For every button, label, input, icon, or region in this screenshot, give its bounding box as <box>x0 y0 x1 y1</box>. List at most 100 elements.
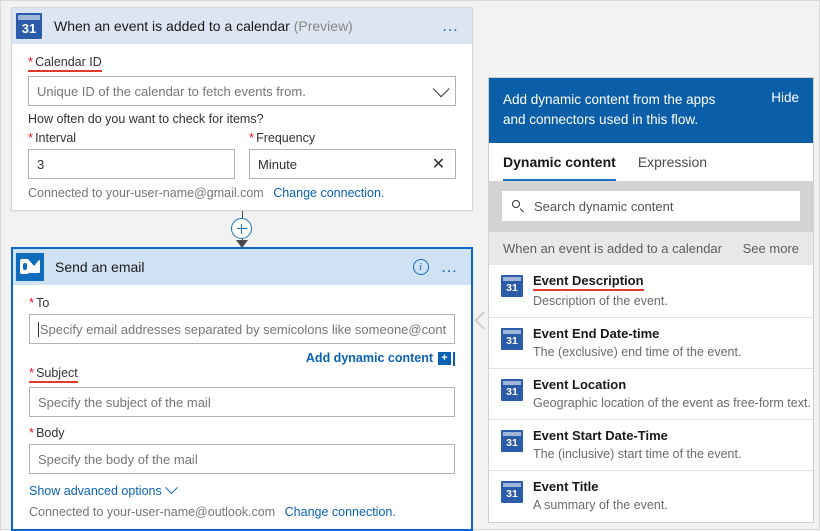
list-item-name: Event End Date-time <box>533 326 660 341</box>
plus-circle-icon[interactable] <box>231 218 252 239</box>
list-item[interactable]: 31 Event Start Date-Time The (inclusive)… <box>489 420 813 471</box>
list-item[interactable]: 31 Event End Date-time The (exclusive) e… <box>489 318 813 369</box>
action-card-body: To Specify email addresses separated by … <box>13 285 471 529</box>
frequency-label: Frequency <box>249 130 315 145</box>
list-item-description: The (inclusive) start time of the event. <box>533 447 742 461</box>
list-item-texts: Event End Date-time The (exclusive) end … <box>533 326 741 360</box>
calendar-id-dropdown[interactable]: Unique ID of the calendar to fetch event… <box>28 76 456 106</box>
plus-badge-icon[interactable]: + <box>438 352 451 366</box>
to-label: To <box>29 295 49 310</box>
subject-placeholder: Specify the subject of the mail <box>38 394 211 410</box>
frequency-value: Minute <box>258 156 298 172</box>
list-item-name: Event Start Date-Time <box>533 428 668 443</box>
search-placeholder: Search dynamic content <box>534 198 674 214</box>
close-icon[interactable]: ✕ <box>431 156 446 172</box>
calendar-31-icon: 31 <box>12 8 46 44</box>
list-item-description: Description of the event. <box>533 294 668 308</box>
hide-panel-link[interactable]: Hide <box>771 90 799 105</box>
calendar-31-icon: 31 <box>501 328 523 350</box>
interval-label: Interval <box>28 130 76 145</box>
search-dynamic-content-input[interactable]: Search dynamic content <box>502 191 800 221</box>
dynamic-content-group-header: When an event is added to a calendar See… <box>489 232 813 265</box>
list-item[interactable]: 31 Event Title A summary of the event. <box>489 471 813 521</box>
step-connector <box>11 211 473 248</box>
action-card-send-an-email[interactable]: Send an email i … To Specify email addre… <box>11 247 473 531</box>
action-card-header[interactable]: Send an email i … <box>13 249 471 285</box>
action-connection-row: Connected to your-user-name@outlook.com … <box>29 505 455 519</box>
subject-input[interactable]: Specify the subject of the mail <box>29 387 455 417</box>
text-cursor <box>38 321 39 337</box>
arrow-down-icon <box>236 240 248 248</box>
trigger-connection-row: Connected to your-user-name@gmail.com Ch… <box>28 186 456 200</box>
trigger-card-header[interactable]: 31 When an event is added to a calendar … <box>12 8 472 44</box>
check-frequency-question: How often do you want to check for items… <box>28 112 264 126</box>
interval-field-group: Interval 3 <box>28 130 235 179</box>
badge-cursor <box>453 351 455 366</box>
dynamic-content-header-text: Add dynamic content from the apps and co… <box>503 92 716 127</box>
trigger-change-connection-link[interactable]: Change connection. <box>273 186 384 200</box>
flow-steps-column: 31 When an event is added to a calendar … <box>11 7 473 531</box>
calendar-id-placeholder: Unique ID of the calendar to fetch event… <box>37 83 306 99</box>
action-change-connection-link[interactable]: Change connection. <box>285 505 396 519</box>
list-item-name: Event Description <box>533 273 644 291</box>
action-connection-text: Connected to your-user-name@outlook.com <box>29 505 276 519</box>
dynamic-content-tabs: Dynamic content Expression <box>489 143 813 181</box>
interval-input[interactable]: 3 <box>28 149 235 179</box>
to-placeholder: Specify email addresses separated by sem… <box>39 321 446 337</box>
list-item-description: A summary of the event. <box>533 498 668 512</box>
tab-dynamic-content[interactable]: Dynamic content <box>503 154 616 181</box>
list-item-name: Event Location <box>533 377 627 392</box>
calendar-31-icon: 31 <box>501 379 523 401</box>
action-header-actions: i … <box>412 258 472 275</box>
action-card-title: Send an email <box>55 259 145 275</box>
trigger-card[interactable]: 31 When an event is added to a calendar … <box>11 7 473 211</box>
tab-expression[interactable]: Expression <box>638 154 707 181</box>
ellipsis-icon[interactable]: … <box>442 17 461 34</box>
frequency-field-group: Frequency Minute ✕ <box>249 130 456 179</box>
calendar-31-icon: 31 <box>501 430 523 452</box>
info-icon[interactable]: i <box>412 259 429 275</box>
dynamic-search-container: Search dynamic content <box>489 181 813 232</box>
ellipsis-icon[interactable]: … <box>441 258 460 275</box>
search-icon <box>512 199 525 213</box>
interval-frequency-row: Interval 3 Frequency Minute ✕ <box>28 130 456 179</box>
trigger-title-text: When an event is added to a calendar <box>54 18 290 34</box>
outlook-icon <box>13 249 47 285</box>
chevron-down-icon <box>432 80 450 98</box>
list-item-texts: Event Start Date-Time The (inclusive) st… <box>533 428 741 462</box>
subject-label: Subject <box>29 365 78 383</box>
list-item-texts: Event Title A summary of the event. <box>533 479 668 513</box>
calendar-31-icon: 31 <box>501 481 523 503</box>
see-more-link[interactable]: See more <box>743 241 799 256</box>
dynamic-content-panel-header: Add dynamic content from the apps and co… <box>489 78 813 143</box>
dynamic-content-list: 31 Event Description Description of the … <box>489 265 813 522</box>
calendar-31-icon: 31 <box>501 275 523 297</box>
frequency-select[interactable]: Minute ✕ <box>249 149 456 179</box>
to-input[interactable]: Specify email addresses separated by sem… <box>29 314 455 344</box>
show-advanced-options-row[interactable]: Show advanced options <box>29 481 455 498</box>
body-placeholder: Specify the body of the mail <box>38 451 198 467</box>
list-item-description: The (exclusive) end time of the event. <box>533 345 742 359</box>
flow-designer-canvas: 31 When an event is added to a calendar … <box>0 0 820 531</box>
dynamic-group-title: When an event is added to a calendar <box>503 241 722 256</box>
trigger-card-body: Calendar ID Unique ID of the calendar to… <box>12 44 472 210</box>
list-item-texts: Event Location Geographic location of th… <box>533 377 811 411</box>
interval-value: 3 <box>37 156 45 172</box>
calendar-id-label: Calendar ID <box>28 54 102 72</box>
trigger-connection-text: Connected to your-user-name@gmail.com <box>28 186 264 200</box>
list-item-texts: Event Description Description of the eve… <box>533 273 668 309</box>
chevron-down-icon <box>164 481 178 495</box>
list-item-name: Event Title <box>533 479 599 494</box>
dynamic-content-panel: Add dynamic content from the apps and co… <box>488 77 814 523</box>
show-advanced-options-link[interactable]: Show advanced options <box>29 484 162 498</box>
add-dynamic-content-link[interactable]: Add dynamic content <box>306 351 433 365</box>
preview-tag: (Preview) <box>293 18 353 34</box>
body-input[interactable]: Specify the body of the mail <box>29 444 455 474</box>
list-item[interactable]: 31 Event Location Geographic location of… <box>489 369 813 420</box>
trigger-header-actions: … <box>442 17 473 34</box>
list-item[interactable]: 31 Event Description Description of the … <box>489 265 813 318</box>
trigger-card-title: When an event is added to a calendar (Pr… <box>46 18 442 34</box>
add-dynamic-content-row: Add dynamic content + <box>29 350 455 367</box>
list-item-description: Geographic location of the event as free… <box>533 396 811 410</box>
body-label: Body <box>29 425 65 440</box>
